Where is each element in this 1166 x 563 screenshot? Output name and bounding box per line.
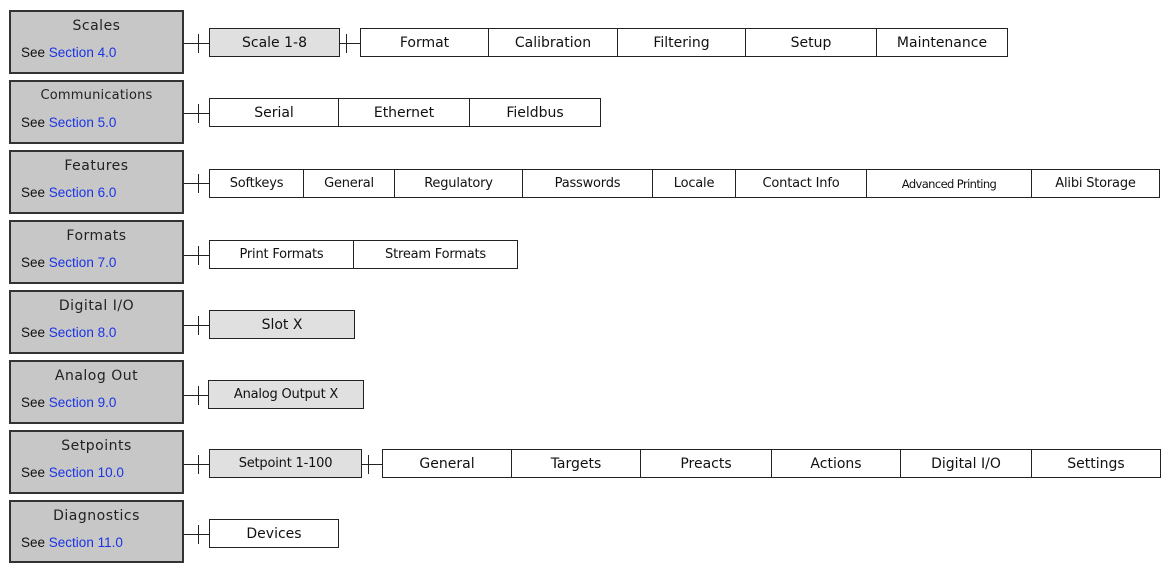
section-link[interactable]: Section 5.0 [49,115,117,130]
submenu-item[interactable]: Scale 1-8 [209,28,340,57]
section-reference: See Section 7.0 [21,255,116,270]
submenu-item[interactable]: Filtering [617,28,746,57]
section-reference: See Section 6.0 [21,185,116,200]
connector-line [184,183,209,184]
menu-title: Scales [72,18,121,34]
connector-tick [198,525,199,544]
submenu-item[interactable]: Alibi Storage [1031,169,1160,198]
submenu-item[interactable]: Preacts [640,449,772,478]
menu-row-features: Features See Section 6.0 Softkeys Genera… [0,150,1166,220]
submenu-item[interactable]: Slot X [209,310,355,339]
section-link[interactable]: Section 9.0 [49,395,117,410]
menu-row-diagnostics: Diagnostics See Section 11.0 Devices [0,500,1166,563]
connector-tick [198,174,199,193]
submenu-item[interactable]: Print Formats [209,240,354,269]
submenu-item[interactable]: Format [360,28,489,57]
see-label: See [21,45,46,60]
connector-line [362,464,382,465]
submenu-item[interactable]: Setup [745,28,877,57]
connector-line [184,43,209,44]
diagnostics-menu-box[interactable]: Diagnostics See Section 11.0 [9,500,184,563]
section-link[interactable]: Section 6.0 [49,185,117,200]
menu-title: Diagnostics [53,508,140,524]
connector-line [184,325,209,326]
menu-row-communications: Communications See Section 5.0 Serial Et… [0,80,1166,150]
see-label: See [21,185,46,200]
submenu-item[interactable]: Advanced Printing [866,169,1032,198]
menu-row-scales: Scales See Section 4.0 Scale 1-8 Format … [0,10,1166,80]
connector-line [184,255,209,256]
connector-tick [198,386,199,405]
menu-row-analog-out: Analog Out See Section 9.0 Analog Output… [0,360,1166,430]
section-reference: See Section 11.0 [21,535,123,550]
setpoints-menu-box[interactable]: Setpoints See Section 10.0 [9,430,184,494]
menu-row-setpoints: Setpoints See Section 10.0 Setpoint 1-10… [0,430,1166,500]
communications-menu-box[interactable]: Communications See Section 5.0 [9,80,184,144]
connector-line [184,464,209,465]
submenu-item[interactable]: Maintenance [876,28,1008,57]
menu-title: Analog Out [54,368,139,384]
connector-tick [198,104,199,123]
submenu-item[interactable]: Settings [1031,449,1161,478]
submenu-item[interactable]: Fieldbus [469,98,601,127]
section-link[interactable]: Section 8.0 [49,325,117,340]
analog-out-menu-box[interactable]: Analog Out See Section 9.0 [9,360,184,424]
submenu-item[interactable]: Softkeys [209,169,304,198]
submenu-item[interactable]: Locale [652,169,736,198]
menu-title: Setpoints [61,438,132,454]
see-label: See [21,395,46,410]
connector-tick [368,455,369,474]
menu-row-formats: Formats See Section 7.0 Print Formats St… [0,220,1166,290]
see-label: See [21,465,46,480]
connector-line [184,534,209,535]
connector-tick [198,455,199,474]
see-label: See [21,325,46,340]
features-menu-box[interactable]: Features See Section 6.0 [9,150,184,214]
section-link[interactable]: Section 4.0 [49,45,117,60]
menu-title: Digital I/O [58,298,135,314]
menu-title: Features [64,158,129,174]
submenu-item[interactable]: General [382,449,512,478]
section-link[interactable]: Section 7.0 [49,255,117,270]
menu-row-digital-io: Digital I/O See Section 8.0 Slot X [0,290,1166,360]
section-reference: See Section 10.0 [21,465,124,480]
see-label: See [21,535,46,550]
submenu-item[interactable]: Passwords [522,169,653,198]
submenu-item[interactable]: Contact Info [735,169,867,198]
connector-tick [198,246,199,265]
submenu-item[interactable]: Regulatory [394,169,523,198]
scales-menu-box[interactable]: Scales See Section 4.0 [9,10,184,74]
connector-line [340,43,360,44]
submenu-item[interactable]: Setpoint 1-100 [209,449,362,478]
connector-tick [346,34,347,53]
section-reference: See Section 4.0 [21,45,116,60]
section-reference: See Section 5.0 [21,115,116,130]
submenu-item[interactable]: Targets [511,449,641,478]
submenu-item[interactable]: Serial [209,98,339,127]
digital-io-menu-box[interactable]: Digital I/O See Section 8.0 [9,290,184,354]
submenu-item[interactable]: General [303,169,395,198]
submenu-item[interactable]: Ethernet [338,98,470,127]
submenu-item[interactable]: Stream Formats [353,240,518,269]
section-reference: See Section 9.0 [21,395,116,410]
connector-tick [198,34,199,53]
submenu-item[interactable]: Calibration [488,28,618,57]
submenu-item[interactable]: Actions [771,449,901,478]
connector-tick [198,316,199,335]
submenu-item[interactable]: Devices [209,519,339,548]
submenu-item[interactable]: Digital I/O [900,449,1032,478]
connector-line [184,113,209,114]
submenu-item[interactable]: Analog Output X [208,380,364,409]
see-label: See [21,255,46,270]
section-link[interactable]: Section 10.0 [49,465,124,480]
section-reference: See Section 8.0 [21,325,116,340]
section-link[interactable]: Section 11.0 [49,535,123,550]
see-label: See [21,115,46,130]
menu-title: Communications [40,88,153,103]
connector-line [184,395,209,396]
menu-title: Formats [66,228,127,244]
formats-menu-box[interactable]: Formats See Section 7.0 [9,220,184,284]
